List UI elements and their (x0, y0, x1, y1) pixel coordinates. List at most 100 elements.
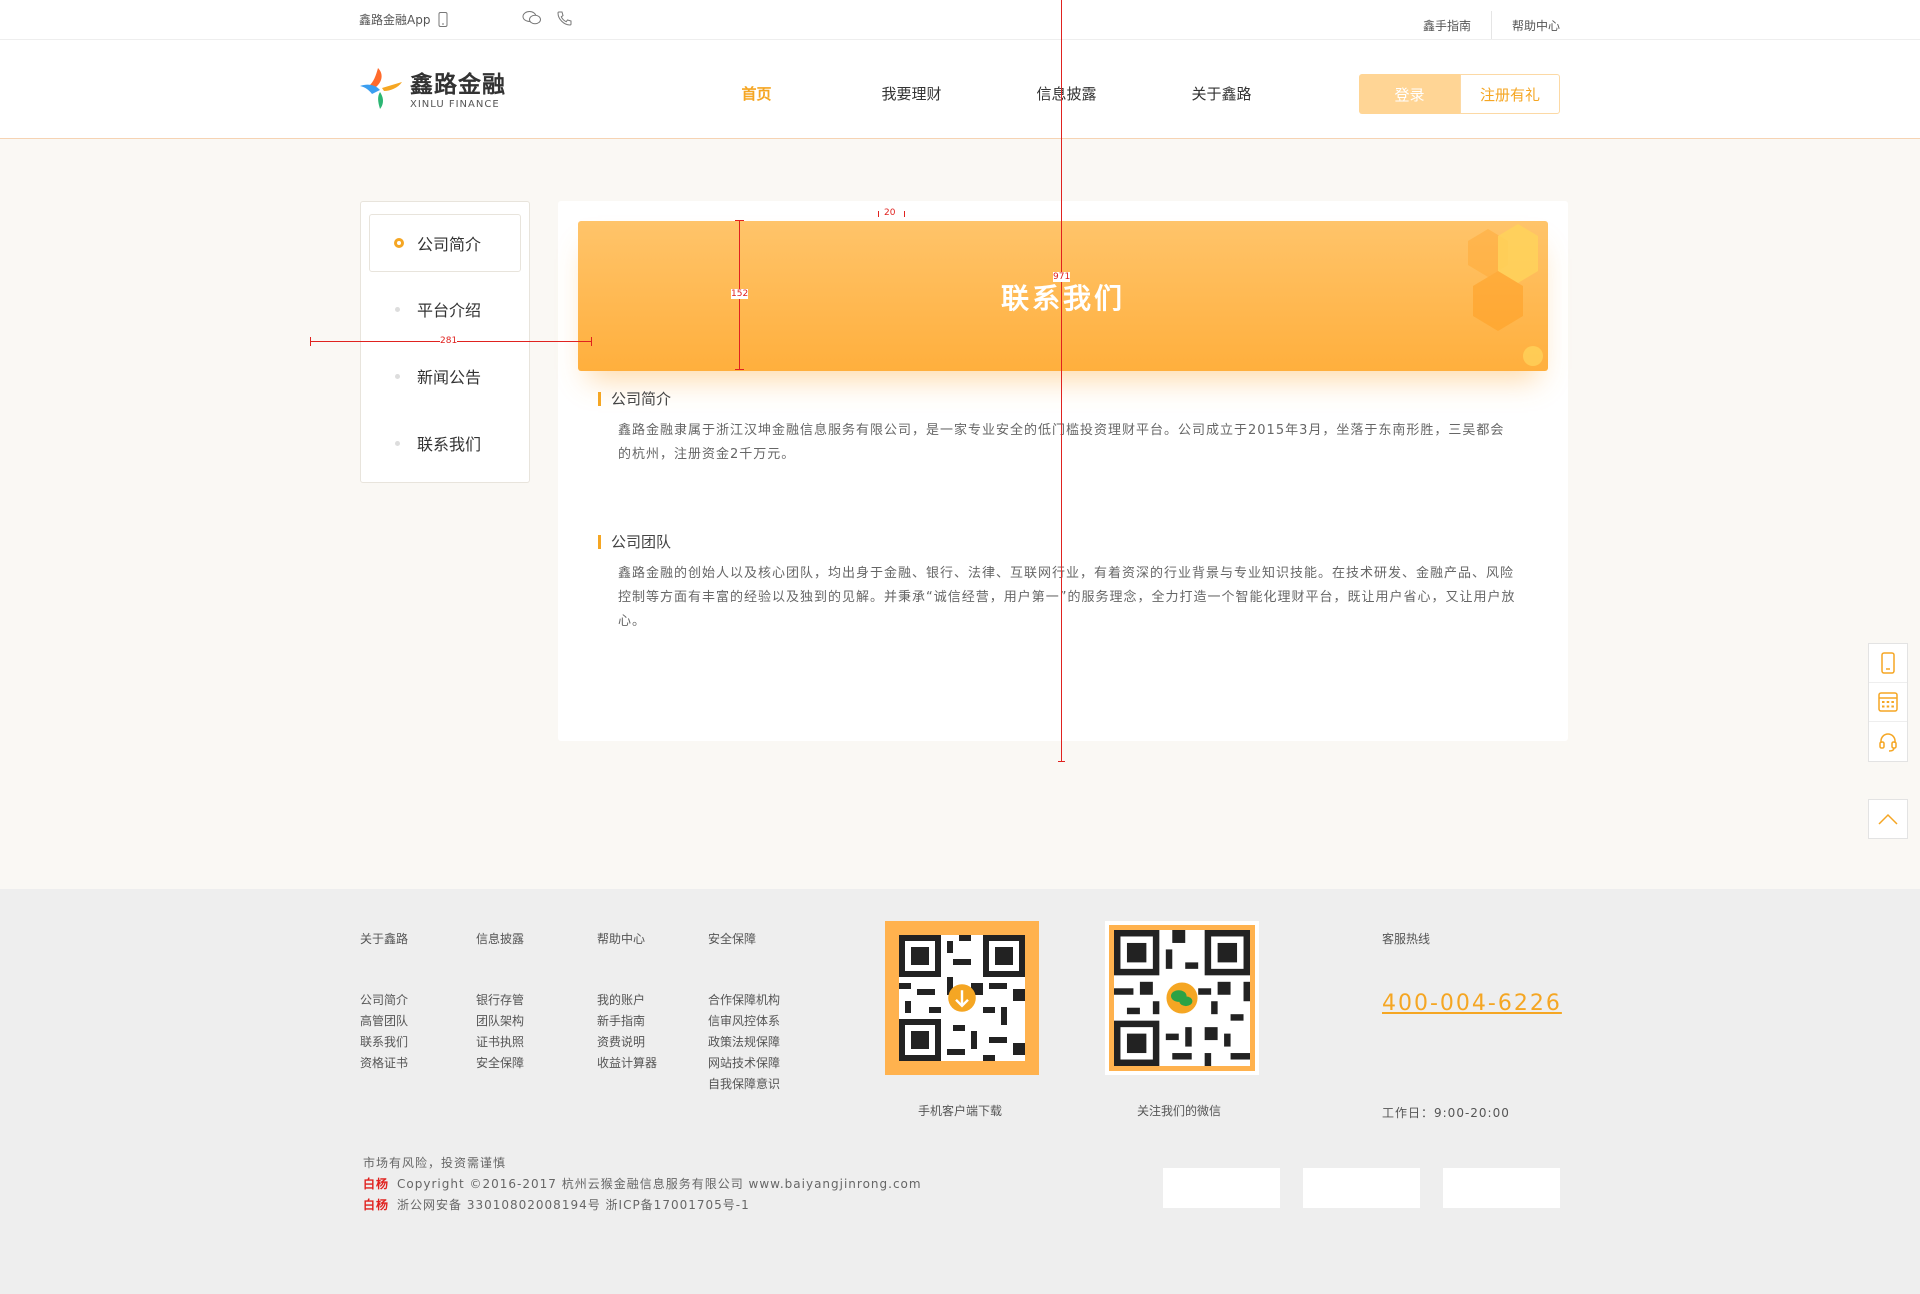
footer-column-head: 信息披露 (476, 932, 525, 946)
floating-toolbar (1868, 643, 1908, 762)
measure-tick (591, 337, 592, 346)
nav-home[interactable]: 首页 (679, 83, 834, 104)
footer-link[interactable]: 信审风控体系 (708, 1011, 780, 1032)
site-footer: 关于鑫路 公司简介 高管团队 联系我们 资格证书 信息披露 银行存管 团队架构 … (0, 889, 1920, 1294)
sidebar-item-company-intro[interactable]: 公司简介 (369, 214, 521, 272)
logo-text: 鑫路金融 (410, 72, 506, 98)
wechat-icon[interactable] (522, 10, 542, 26)
logo-mark-icon (360, 67, 402, 109)
measure-label-offset: 281 (440, 336, 458, 346)
footer-column-head: 帮助中心 (597, 932, 646, 946)
footer-link[interactable]: 证书执照 (476, 1032, 524, 1053)
footer-column-head: 关于鑫路 (360, 932, 409, 946)
footer-column-head: 安全保障 (708, 932, 757, 946)
measure-label-height: 152 (731, 289, 749, 299)
footer-link[interactable]: 银行存管 (476, 990, 524, 1011)
copyright-text: Copyright ©2016-2017 杭州云猴金融信息服务有限公司 www.… (397, 1177, 922, 1191)
footer-link[interactable]: 资费说明 (597, 1032, 657, 1053)
legal-info: 市场有风险，投资需谨慎 白杨 Copyright ©2016-2017 杭州云猴金… (363, 1153, 922, 1216)
footer-link[interactable]: 安全保障 (476, 1053, 524, 1074)
help-link[interactable]: 帮助中心 (1512, 17, 1560, 34)
footer-link[interactable]: 高管团队 (360, 1011, 408, 1032)
wechat-qr-code (1105, 921, 1259, 1075)
brand-mark: 白杨 (363, 1177, 390, 1191)
section-marker (598, 391, 601, 406)
service-hours: 工作日：9:00-20:00 (1382, 1106, 1510, 1120)
mobile-icon (1881, 652, 1895, 674)
footer-link[interactable]: 我的账户 (597, 990, 657, 1011)
customer-service-tool-button[interactable] (1869, 722, 1907, 761)
measure-label-gap: 20 (884, 208, 896, 218)
qr-code-icon (1114, 930, 1250, 1066)
guide-link[interactable]: 鑫手指南 (1423, 17, 1471, 34)
sidebar-item-platform-intro[interactable]: 平台介绍 (369, 280, 521, 338)
sidebar-item-news[interactable]: 新闻公告 (369, 347, 521, 405)
nav-disclosure[interactable]: 信息披露 (989, 83, 1144, 104)
footer-link[interactable]: 政策法规保障 (708, 1032, 780, 1053)
footer-link[interactable]: 团队架构 (476, 1011, 524, 1032)
footer-link[interactable]: 联系我们 (360, 1032, 408, 1053)
footer-column-help: 帮助中心 我的账户 新手指南 资费说明 收益计算器 (597, 930, 657, 1074)
certification-badge[interactable] (1163, 1168, 1280, 1208)
chevron-up-icon (1878, 813, 1898, 825)
footer-link[interactable]: 资格证书 (360, 1053, 408, 1074)
measure-tick (904, 211, 905, 217)
section-text-team: 鑫路金融的创始人以及核心团队，均出身于金融、银行、法律、互联网行业，有着资深的行… (618, 566, 1516, 629)
headset-icon (1879, 732, 1897, 752)
qr-code-icon (899, 935, 1025, 1061)
calculator-icon (1878, 692, 1898, 712)
measure-tick (735, 220, 744, 221)
footer-column-disclosure: 信息披露 银行存管 团队架构 证书执照 安全保障 (476, 930, 524, 1074)
footer-link[interactable]: 自我保障意识 (708, 1074, 780, 1095)
phone-icon[interactable] (556, 10, 573, 27)
measure-tick (1058, 761, 1065, 762)
measure-tick (310, 337, 311, 346)
section-marker (598, 534, 601, 549)
sidebar-item-label: 联系我们 (417, 435, 482, 454)
measure-tick (735, 369, 744, 370)
certification-badges (1163, 1168, 1560, 1208)
sidebar-item-label: 新闻公告 (417, 368, 482, 387)
nav-invest[interactable]: 我要理财 (834, 83, 989, 104)
hotline-number[interactable]: 400-004-6226 (1382, 991, 1562, 1016)
certification-badge[interactable] (1443, 1168, 1560, 1208)
main-nav: 首页 我要理财 信息披露 关于鑫路 (679, 83, 1299, 104)
footer-link[interactable]: 网站技术保障 (708, 1053, 780, 1074)
logo[interactable]: 鑫路金融 XINLU FINANCE (358, 65, 506, 110)
certification-badge[interactable] (1303, 1168, 1420, 1208)
dot-icon (395, 440, 400, 446)
section-text-intro: 鑫路金融隶属于浙江汉坤金融信息服务有限公司，是一家专业安全的低门槛投资理财平台。… (618, 423, 1505, 462)
icp-text: 浙公网安备 33010802008194号 浙ICP备17001705号-1 (397, 1198, 750, 1212)
register-button[interactable]: 注册有礼 (1460, 74, 1560, 114)
section-title-intro: 公司简介 (598, 388, 671, 409)
section-title-text: 公司简介 (611, 390, 672, 408)
banner-title: 联系我们 (1000, 282, 1125, 315)
dot-icon (395, 306, 400, 312)
sidebar-item-contact[interactable]: 联系我们 (369, 414, 521, 472)
nav-about[interactable]: 关于鑫路 (1144, 83, 1299, 104)
app-label: 鑫路金融App (359, 13, 431, 27)
divider (1490, 11, 1492, 39)
measure-label-width: 971 (1053, 272, 1071, 282)
mobile-icon (438, 12, 448, 27)
app-qr-caption: 手机客户端下载 (917, 1104, 1002, 1118)
login-button[interactable]: 登录 (1359, 74, 1460, 114)
wechat-qr-caption: 关注我们的微信 (1136, 1104, 1221, 1118)
dot-icon (395, 373, 400, 379)
footer-link[interactable]: 合作保障机构 (708, 990, 780, 1011)
app-tool-button[interactable] (1869, 644, 1907, 683)
app-download-link[interactable]: 鑫路金融App (359, 11, 448, 28)
footer-link[interactable]: 新手指南 (597, 1011, 657, 1032)
app-qr-code (885, 921, 1039, 1075)
calculator-tool-button[interactable] (1869, 683, 1907, 722)
measure-vertical-line (1061, 0, 1062, 762)
page-banner: 联系我们 (578, 221, 1548, 371)
back-to-top-button[interactable] (1868, 799, 1908, 839)
footer-link[interactable]: 收益计算器 (597, 1053, 657, 1074)
main-header: 鑫路金融 XINLU FINANCE 首页 我要理财 信息披露 关于鑫路 登录 … (0, 40, 1920, 139)
footer-link[interactable]: 公司简介 (360, 990, 408, 1011)
hotline-label: 客服热线 (1382, 932, 1431, 946)
logo-subtext: XINLU FINANCE (410, 99, 500, 110)
active-dot-icon (394, 238, 404, 248)
brand-mark: 白杨 (363, 1198, 390, 1212)
